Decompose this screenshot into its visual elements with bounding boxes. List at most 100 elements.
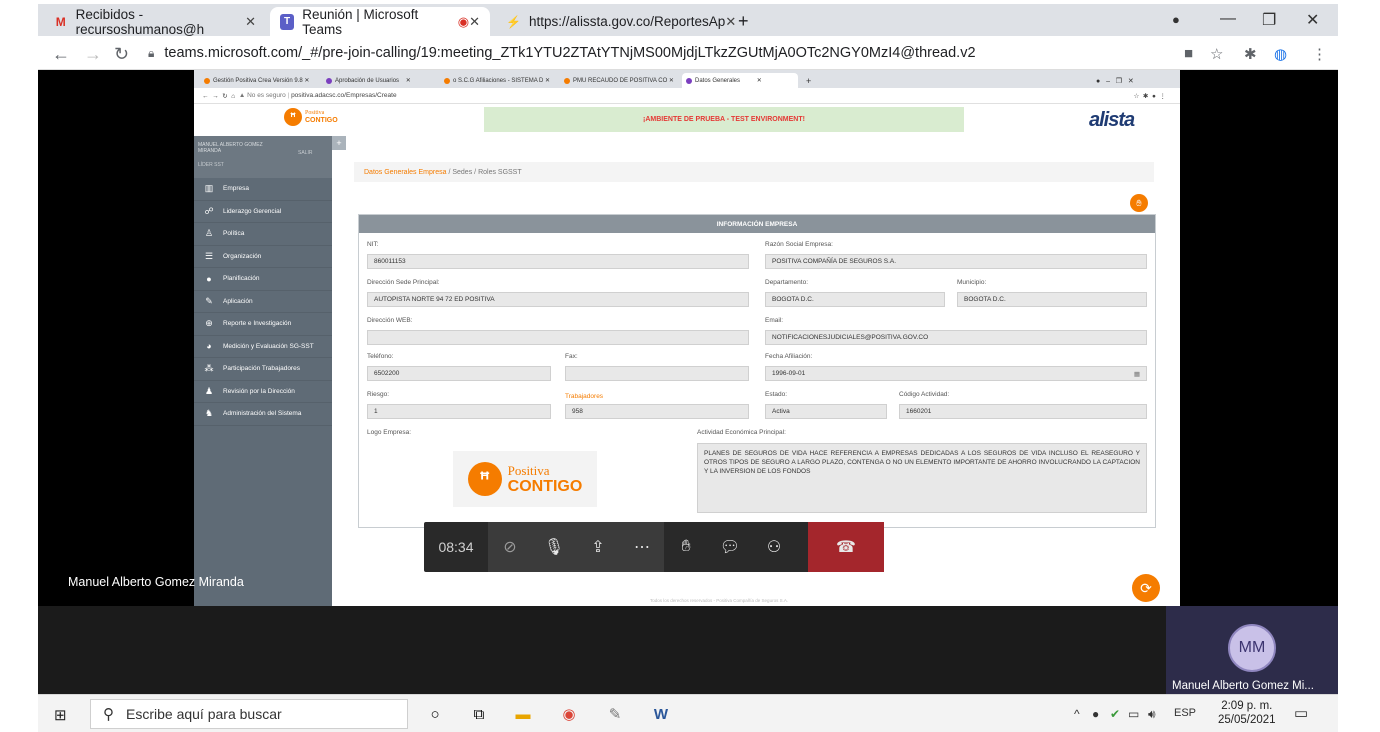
fax-label: Fax: <box>565 353 578 360</box>
microphone-icon[interactable]: 🎙︎ <box>532 522 576 572</box>
tab-teams[interactable]: T Reunión | Microsoft Teams ◉ ✕ <box>270 7 490 37</box>
user-name: MANUEL ALBERTO GOMEZ MIRANDA <box>198 142 263 154</box>
search-icon: ⚲ <box>103 706 114 723</box>
raise-hand-icon[interactable]: ✋︎ <box>664 522 708 572</box>
sidebar-item-empresa[interactable]: ▥ Empresa <box>194 178 332 201</box>
sidebar-item-politica[interactable]: ♙ Política <box>194 223 332 246</box>
nested-tab-active[interactable]: Datos Generales ✕ <box>682 73 798 88</box>
actividad-field[interactable]: PLANES DE SEGUROS DE VIDA HACE REFERENCI… <box>697 443 1147 513</box>
url-text: teams.microsoft.com/_#/pre-join-calling/… <box>164 45 976 61</box>
reload-icon[interactable]: ↻ <box>114 44 129 65</box>
teams-icon: T <box>280 13 295 30</box>
sidebar-item-revision[interactable]: ♟ Revisión por la Dirección <box>194 381 332 403</box>
teams-stage: Gestión Positiva Crea Versión 9.8 ✕ Apro… <box>38 70 1338 606</box>
nested-tab-label: PMU RECAUDO DE POSITIVA CO <box>573 77 668 84</box>
municipio-field[interactable]: BOGOTA D.C. <box>957 292 1147 307</box>
sidebar-item-planificacion[interactable]: ● Planificación <box>194 268 332 291</box>
star-icon[interactable]: ☆ <box>1210 45 1223 63</box>
tray-up-icon[interactable]: ^ <box>1074 707 1080 721</box>
breadcrumb-datos-generales[interactable]: Datos Generales Empresa <box>364 169 446 176</box>
pie-chart-icon: ◕ <box>206 341 212 352</box>
windows-start-icon[interactable]: ⊞ <box>54 706 67 724</box>
razon-field[interactable]: POSITIVA COMPAÑÍA DE SEGUROS S.A. <box>765 254 1147 269</box>
task-view-icon[interactable]: ⧉ <box>468 703 490 725</box>
word-icon[interactable]: W <box>650 703 672 725</box>
more-actions-icon[interactable]: ⋯ <box>620 522 664 572</box>
share-screen-icon[interactable]: ⇪ <box>576 522 620 572</box>
breadcrumb-sedes[interactable]: Sedes <box>452 169 472 176</box>
participants-icon[interactable]: ⚇ <box>752 522 796 572</box>
language-indicator[interactable]: ESP <box>1174 707 1196 719</box>
search-box[interactable]: ⚲ Escribe aquí para buscar <box>90 699 408 729</box>
codigo-field[interactable]: 1660201 <box>899 404 1147 419</box>
sidebar-item-medicion[interactable]: ◕ Medición y Evaluación SG-SST <box>194 336 332 358</box>
logout-link[interactable]: SALIR <box>298 150 312 156</box>
close-icon[interactable]: ✕ <box>245 14 256 30</box>
notifications-icon[interactable]: ▭ <box>1294 704 1308 722</box>
sidebar-item-reporte[interactable]: ⊕ Reporte e Investigación <box>194 313 332 336</box>
network-icon[interactable]: ▭ <box>1128 707 1139 721</box>
sidebar-item-aplicacion[interactable]: ✎ Aplicación <box>194 291 332 313</box>
close-window-icon[interactable]: ✕ <box>1306 10 1319 30</box>
profile-icon[interactable]: ● <box>1172 12 1180 27</box>
tray-check-icon[interactable]: ✔ <box>1110 707 1120 721</box>
nested-url[interactable]: positiva.adacsc.co/Empresas/Create <box>291 92 397 99</box>
back-icon[interactable]: ← <box>52 44 70 65</box>
nit-field[interactable]: 860011153 <box>367 254 749 269</box>
cortana-icon[interactable]: ○ <box>424 703 446 725</box>
help-hand-icon[interactable]: ✋︎ <box>1130 194 1148 212</box>
chrome-icon[interactable]: ◉ <box>558 703 580 725</box>
file-explorer-icon[interactable]: ▬ <box>512 703 534 725</box>
departamento-field[interactable]: BOGOTA D.C. <box>765 292 945 307</box>
breadcrumb-roles[interactable]: Roles SGSST <box>478 169 522 176</box>
tab-gmail[interactable]: M Recibidos - recursoshumanos@h ✕ <box>44 7 266 37</box>
url-field[interactable]: 🔒︎ teams.microsoft.com/_#/pre-join-calli… <box>148 40 1188 66</box>
call-controls: 08:34 ⊘ 🎙︎ ⇪ ⋯ ✋︎ 💬︎ ⚇ ☎︎ <box>424 522 884 572</box>
company-logo-top: Positiva <box>507 463 550 478</box>
trabajadores-field[interactable]: 958 <box>565 404 749 419</box>
participant-tile[interactable]: MM Manuel Alberto Gomez Mi... <box>1166 606 1338 694</box>
direccion-label: Dirección Sede Principal: <box>367 279 440 286</box>
nested-nav-icons[interactable]: ← → ↻ ⌂ <box>202 92 239 100</box>
menu-icon[interactable]: ⋮ <box>1312 45 1327 63</box>
fax-field[interactable] <box>565 366 749 381</box>
nested-tab[interactable]: Gestión Positiva Crea Versión 9.8 ✕ <box>200 73 318 88</box>
forward-icon[interactable]: → <box>84 44 102 65</box>
nested-tab[interactable]: PMU RECAUDO DE POSITIVA CO ✕ <box>560 73 678 88</box>
sidebar-item-organizacion[interactable]: ☰ Organización <box>194 246 332 268</box>
sidebar-item-participacion[interactable]: ⁂ Participación Trabajadores <box>194 358 332 381</box>
hang-up-icon[interactable]: ☎︎ <box>808 522 884 572</box>
riesgo-field[interactable]: 1 <box>367 404 551 419</box>
telefono-field[interactable]: 6502200 <box>367 366 551 381</box>
close-icon[interactable]: ✕ <box>469 14 480 30</box>
volume-icon[interactable]: 🔊︎ <box>1148 707 1156 722</box>
sidebar-item-liderazgo[interactable]: ☍ Liderazgo Gerencial <box>194 201 332 223</box>
chat-help-icon[interactable]: ⟳ <box>1132 574 1160 602</box>
extensions-icon[interactable]: ✱ <box>1244 45 1257 63</box>
tab-alissta[interactable]: ⚡ https://alissta.gov.co/ReportesAp ✕ <box>496 7 736 36</box>
fecha-value: 1996-09-01 <box>772 370 806 377</box>
minimize-icon[interactable]: — <box>1220 10 1236 28</box>
restore-icon[interactable]: ❐ <box>1262 10 1276 30</box>
nested-tab[interactable]: Aprobación de Usuarios ✕ <box>322 73 436 88</box>
direccion-field[interactable]: AUTOPISTA NORTE 94 72 ED POSITIVA <box>367 292 749 307</box>
nested-new-tab[interactable]: + <box>802 73 815 88</box>
nested-tab-label: o S.C.G Afiliaciones - SISTEMA D <box>453 77 544 84</box>
fecha-field[interactable]: 1996-09-01 ▦ <box>765 366 1147 381</box>
clock[interactable]: 2:09 p. m. 25/05/2021 <box>1218 699 1276 727</box>
tray-mic-icon[interactable]: ● <box>1092 707 1099 721</box>
chat-icon[interactable]: 💬︎ <box>708 522 752 572</box>
nested-tab[interactable]: o S.C.G Afiliaciones - SISTEMA D ✕ <box>440 73 556 88</box>
camera-icon[interactable]: ■ <box>1184 45 1193 62</box>
calendar-icon[interactable]: ▦ <box>1134 370 1140 378</box>
extension-globe-icon[interactable]: ◍ <box>1274 45 1287 63</box>
email-label: Email: <box>765 317 784 324</box>
new-tab-button[interactable]: + <box>728 7 759 36</box>
sidebar-item-administracion[interactable]: ♞ Administración del Sistema <box>194 403 332 426</box>
estado-field[interactable]: Activa <box>765 404 887 419</box>
sidebar-toggle-button[interactable]: + <box>332 136 346 150</box>
web-field[interactable] <box>367 330 749 345</box>
camera-off-icon[interactable]: ⊘ <box>488 522 532 572</box>
app-icon[interactable]: ✎ <box>604 703 626 725</box>
email-field[interactable]: NOTIFICACIONESJUDICIALES@POSITIVA.GOV.CO <box>765 330 1147 345</box>
